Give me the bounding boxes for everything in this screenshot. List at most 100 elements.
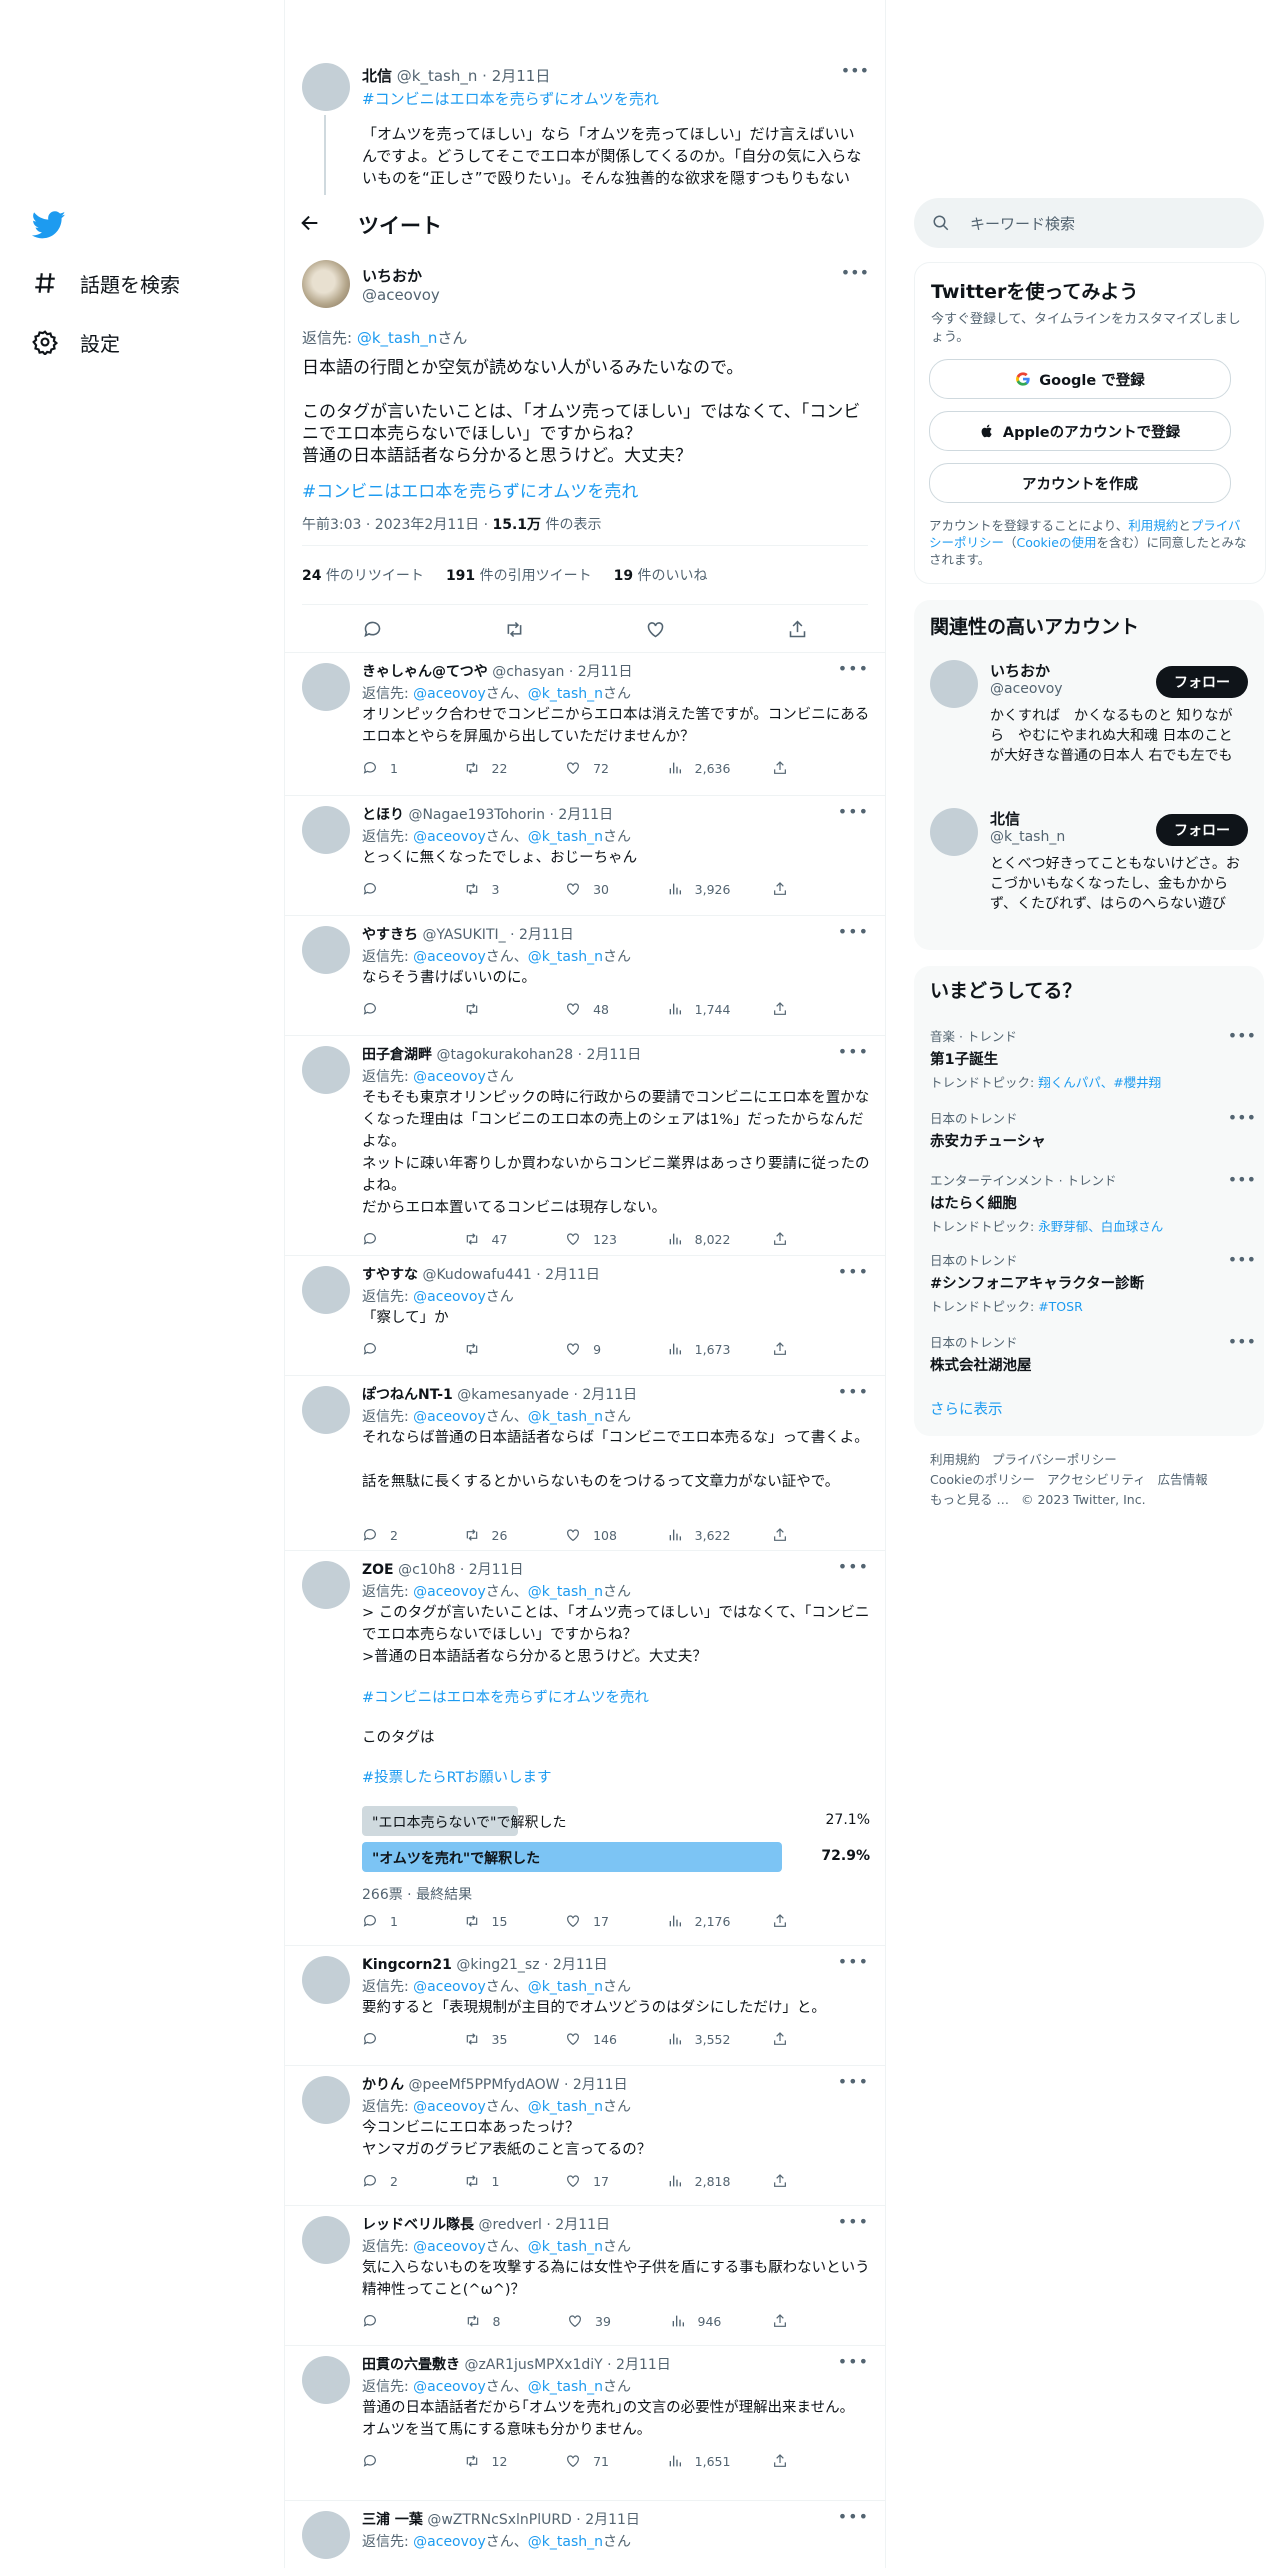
reply-to-link[interactable]: @aceovoy [413,2534,486,2550]
share-button[interactable] [772,760,792,776]
retweet-icon[interactable] [504,619,525,640]
more-icon[interactable]: ••• [838,1952,869,1971]
avatar[interactable] [302,1956,350,2004]
retweet-button[interactable]: 12 [464,2453,524,2469]
tweet-date[interactable]: · 2月11日 [578,1047,642,1063]
follow-button[interactable]: フォロー [1156,814,1248,846]
search-input[interactable] [968,210,1242,238]
more-icon[interactable]: ••• [1228,1026,1256,1045]
reply-to-link[interactable]: @aceovoy [413,1409,486,1425]
share-button[interactable] [772,1913,792,1929]
reply-button[interactable]: 1 [362,760,422,776]
reply-to-link[interactable]: @aceovoy [413,2379,486,2395]
tweet-date[interactable]: · 2月11日 [564,2077,628,2093]
reply-to-link[interactable]: @aceovoy [413,1069,486,1085]
avatar[interactable] [302,1561,350,1609]
more-icon[interactable]: ••• [838,2072,869,2091]
nav-explore[interactable]: 話題を検索 [32,263,180,303]
author-name[interactable]: きゃしゃん@てつや [362,664,488,680]
like-stat[interactable]: 19 件のいいね [614,565,708,585]
retweet-button[interactable]: 3 [464,881,524,897]
like-button[interactable]: 17 [565,2173,625,2189]
reply-to-link[interactable]: @k_tash_n [528,949,603,965]
account-name[interactable]: いちおか [990,660,1050,681]
like-button[interactable]: 17 [565,1913,625,1929]
author-name[interactable]: 北信 [362,67,392,85]
hashtag-link[interactable]: #コンビニはエロ本を売らずにオムツを売れ [362,88,659,109]
reply-tweet[interactable]: やすきち @YASUKITI_ · 2月11日 ••• 返信先: @aceovoyさ… [285,915,885,1036]
like-button[interactable]: 9 [565,1341,625,1357]
reply-tweet[interactable]: ぽつねんNT-1 @kamesanyade · 2月11日 ••• 返信先: @ac… [285,1375,885,1551]
more-icon[interactable]: ••• [1228,1108,1256,1127]
twitter-logo-icon[interactable] [32,208,66,242]
create-account-button[interactable]: アカウントを作成 [929,463,1231,503]
more-icon[interactable]: ••• [841,61,869,80]
retweet-button[interactable]: 8 [465,2313,525,2329]
more-icon[interactable]: ••• [838,659,869,678]
share-button[interactable] [772,1527,792,1543]
views-button[interactable]: 1,744 [667,1001,730,1017]
reply-to-link[interactable]: @aceovoy [413,1584,486,1600]
share-button[interactable] [772,2453,792,2469]
views-button[interactable]: 3,622 [667,1527,730,1543]
more-icon[interactable]: ••• [838,1042,869,1061]
avatar[interactable] [302,1046,350,1094]
reply-to-link[interactable]: @k_tash_n [528,2099,603,2115]
like-button[interactable]: 146 [565,2031,625,2047]
views-button[interactable]: 1,673 [667,1341,730,1357]
share-button[interactable] [772,2031,792,2047]
tweet-date[interactable]: · 2月11日 [607,2357,671,2373]
like-button[interactable]: 108 [565,1527,625,1543]
like-button[interactable]: 39 [567,2313,627,2329]
reply-tweet[interactable]: すやすな @Kudowafu441 · 2月11日 ••• 返信先: @aceovo… [285,1255,885,1376]
trend-topic-link[interactable]: 翔くんパパ、#櫻井翔 [1038,1075,1161,1090]
author-name[interactable]: やすきち [362,927,418,943]
tweet-date[interactable]: · 2月11日 [549,807,613,823]
reply-to-link[interactable]: @aceovoy [413,1979,486,1995]
trend-item[interactable]: 音楽 · トレンド 第1子誕生 トレンドトピック: 翔くんパパ、#櫻井翔 ••• [930,1026,1256,1091]
like-button[interactable]: 30 [565,881,625,897]
more-icon[interactable]: ••• [838,2507,869,2526]
views-button[interactable]: 3,926 [667,881,730,897]
views-button[interactable]: 2,636 [667,760,730,776]
tweet-date[interactable]: · 2月11日 [544,1957,608,1973]
account-name[interactable]: 北信 [990,808,1020,829]
reply-to-link[interactable]: @k_tash_n [528,2239,603,2255]
retweet-button[interactable]: 35 [464,2031,524,2047]
trend-item[interactable]: 日本のトレンド 赤安カチューシャ ••• [930,1108,1256,1151]
author-name[interactable]: Kingcorn21 [362,1957,452,1973]
author-name[interactable]: かりん [362,2077,404,2093]
reply-to-link[interactable]: @k_tash_n [528,1584,603,1600]
reply-tweet[interactable]: レッドベリル隊長 @redverl · 2月11日 ••• 返信先: @aceovo… [285,2205,885,2346]
author-name[interactable]: 田貫の六畳敷き [362,2357,460,2373]
avatar[interactable] [302,2356,350,2404]
tweet-date[interactable]: · 2月11日 [460,1562,524,1578]
avatar[interactable] [302,663,350,711]
reply-tweet[interactable]: 田子倉湖畔 @tagokurakohan28 · 2月11日 ••• 返信先: @a… [285,1035,885,1256]
views-button[interactable]: 3,552 [667,2031,730,2047]
heart-icon[interactable] [645,619,666,640]
share-button[interactable] [772,1341,792,1357]
retweet-button[interactable]: 22 [464,760,524,776]
cookie-link[interactable]: Cookieの使用 [1017,535,1097,550]
author-name[interactable]: レッドベリル隊長 [362,2217,474,2233]
retweet-button[interactable]: 15 [464,1913,524,1929]
hashtag-link[interactable]: #コンビニはエロ本を売らずにオムツを売れ [302,477,638,502]
reply-button[interactable]: 2 [362,1527,422,1543]
like-button[interactable]: 71 [565,2453,625,2469]
avatar[interactable] [302,63,350,111]
tweet-date[interactable]: · 2月11日 [573,1387,637,1403]
quote-stat[interactable]: 191 件の引用ツイート [446,565,592,585]
terms-link[interactable]: 利用規約 [1128,518,1178,533]
more-icon[interactable]: ••• [1228,1332,1256,1351]
apple-signup-button[interactable]: Appleのアカウントで登録 [929,411,1231,451]
share-button[interactable] [772,1231,792,1247]
reply-button[interactable] [362,2031,422,2047]
more-icon[interactable]: ••• [838,1382,869,1401]
share-button[interactable] [772,881,792,897]
retweet-stat[interactable]: 24 件のリツイート [302,565,424,585]
more-icon[interactable]: ••• [1228,1250,1256,1269]
tweet-date[interactable]: · 2月11日 [576,2512,640,2528]
search-bar[interactable] [914,198,1264,248]
parent-tweet[interactable]: 北信 @k_tash_n · 2月11日 ••• #コンビニはエロ本を売らずにオ… [285,55,885,195]
